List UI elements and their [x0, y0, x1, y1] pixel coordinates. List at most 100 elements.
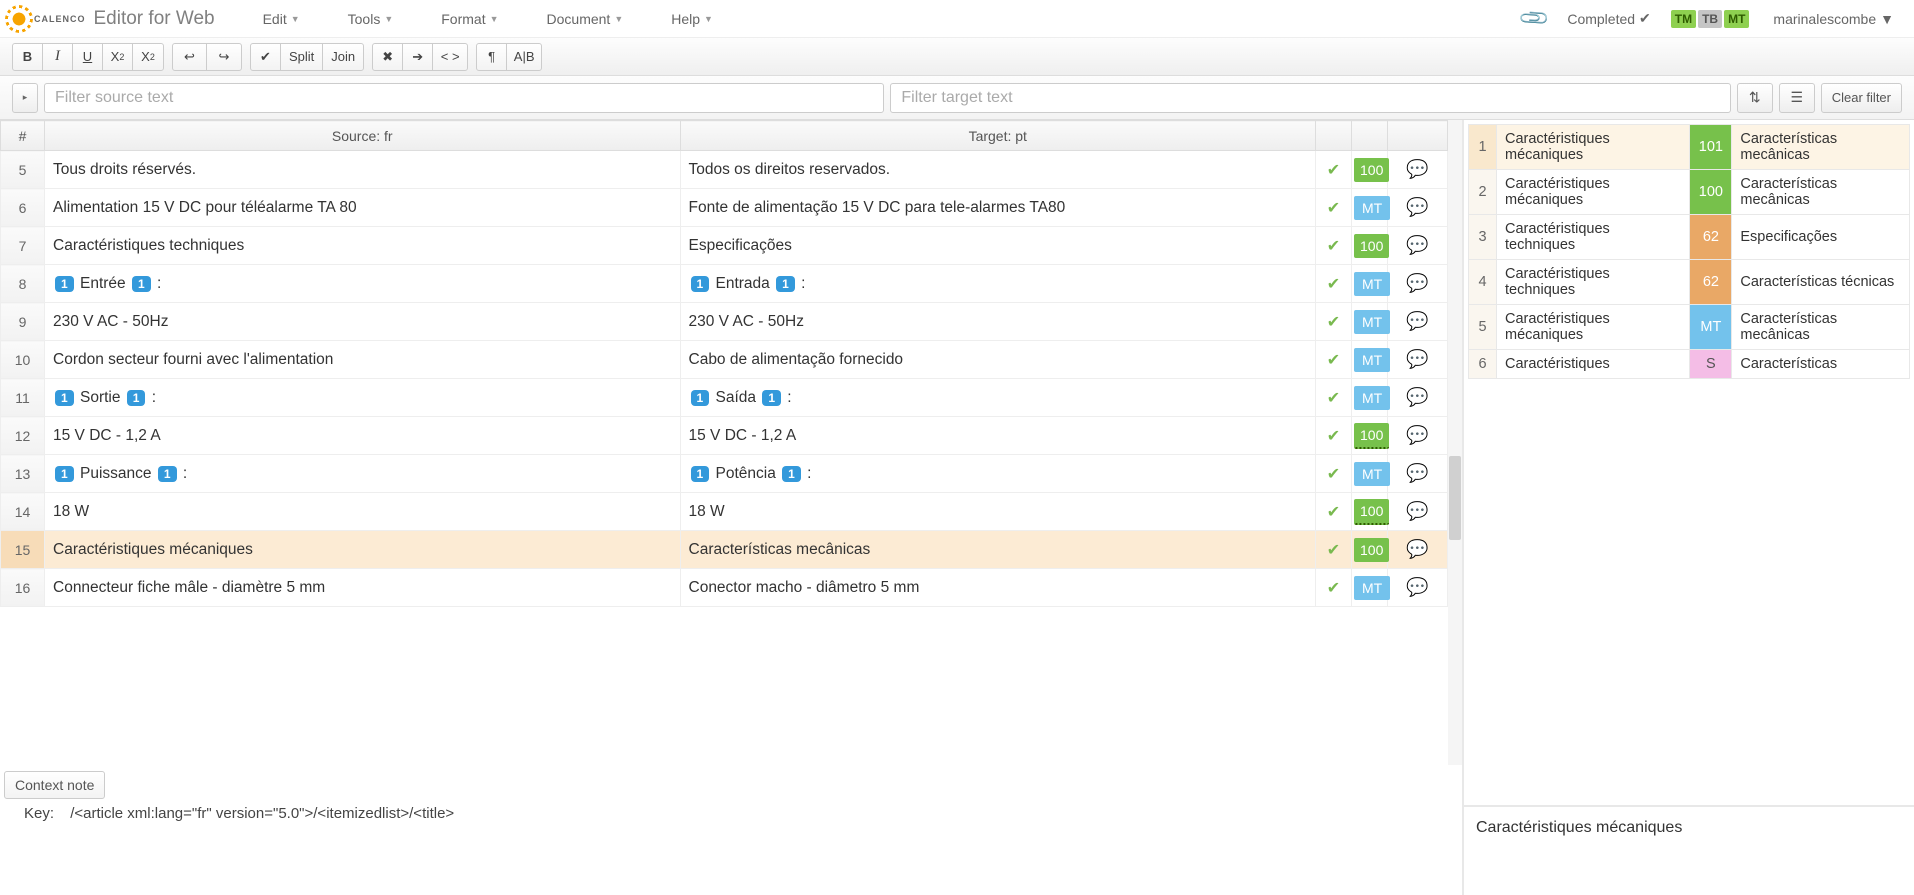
clear-filter-button[interactable]: Clear filter	[1821, 83, 1902, 113]
menu-edit[interactable]: Edit▼	[239, 11, 324, 27]
next-tag-button[interactable]: ➔	[403, 44, 433, 70]
comment-icon[interactable]: 💬	[1388, 455, 1448, 493]
user-menu[interactable]: marinalescombe▼	[1773, 11, 1894, 27]
source-cell[interactable]: Alimentation 15 V DC pour téléalarme TA …	[45, 189, 681, 227]
context-note-button[interactable]: Context note	[4, 771, 105, 799]
target-cell[interactable]: Conector macho - diâmetro 5 mm	[680, 569, 1316, 607]
tm-row[interactable]: 6CaractéristiquesSCaracterísticas	[1469, 350, 1910, 379]
source-cell[interactable]: 15 V DC - 1,2 A	[45, 417, 681, 455]
comment-icon[interactable]: 💬	[1388, 151, 1448, 189]
target-cell[interactable]: Cabo de alimentação fornecido	[680, 341, 1316, 379]
tm-row[interactable]: 1Caractéristiques mécaniques101Caracterí…	[1469, 125, 1910, 170]
status-cell[interactable]	[1316, 189, 1352, 227]
segment-row[interactable]: 1418 W18 W100💬	[1, 493, 1448, 531]
comment-icon[interactable]: 💬	[1388, 265, 1448, 303]
status-completed[interactable]: Completed	[1567, 10, 1650, 27]
comment-icon[interactable]: 💬	[1388, 227, 1448, 265]
tm-row[interactable]: 5Caractéristiques mécaniquesMTCaracterís…	[1469, 305, 1910, 350]
status-cell[interactable]	[1316, 417, 1352, 455]
segment-row[interactable]: 111 Sortie 1 :1 Saída 1 :MT💬	[1, 379, 1448, 417]
badge-mt[interactable]: MT	[1724, 10, 1749, 28]
italic-button[interactable]: I	[43, 44, 73, 70]
menu-tools[interactable]: Tools▼	[324, 11, 418, 27]
col-target[interactable]: Target: pt	[680, 121, 1316, 151]
menu-format[interactable]: Format▼	[417, 11, 522, 27]
comment-icon[interactable]: 💬	[1388, 379, 1448, 417]
split-button[interactable]: Split	[281, 44, 323, 70]
status-cell[interactable]	[1316, 531, 1352, 569]
target-cell[interactable]: Todos os direitos reservados.	[680, 151, 1316, 189]
segment-row[interactable]: 6Alimentation 15 V DC pour téléalarme TA…	[1, 189, 1448, 227]
col-source[interactable]: Source: fr	[45, 121, 681, 151]
attachment-icon[interactable]: 📎	[1517, 1, 1552, 36]
scrollbar[interactable]	[1448, 120, 1462, 765]
join-button[interactable]: Join	[323, 44, 363, 70]
filter-menu-button[interactable]: ▸	[12, 83, 38, 113]
source-cell[interactable]: Caractéristiques mécaniques	[45, 531, 681, 569]
target-cell[interactable]: 1 Saída 1 :	[680, 379, 1316, 417]
status-cell[interactable]	[1316, 265, 1352, 303]
badge-tm[interactable]: TM	[1671, 10, 1696, 28]
status-cell[interactable]	[1316, 569, 1352, 607]
scrollbar-thumb[interactable]	[1449, 456, 1461, 540]
segment-row[interactable]: 10Cordon secteur fourni avec l'alimentat…	[1, 341, 1448, 379]
insert-tag-button[interactable]: < >	[433, 44, 467, 70]
segment-row[interactable]: 5Tous droits réservés.Todos os direitos …	[1, 151, 1448, 189]
target-cell[interactable]: Especificações	[680, 227, 1316, 265]
status-cell[interactable]	[1316, 227, 1352, 265]
badge-tb[interactable]: TB	[1698, 10, 1722, 28]
source-cell[interactable]: 1 Entrée 1 :	[45, 265, 681, 303]
status-cell[interactable]	[1316, 493, 1352, 531]
source-cell[interactable]: Cordon secteur fourni avec l'alimentatio…	[45, 341, 681, 379]
target-cell[interactable]: Fonte de alimentação 15 V DC para tele-a…	[680, 189, 1316, 227]
case-button[interactable]: A|B	[507, 44, 541, 70]
swap-button[interactable]: ⇅	[1737, 83, 1773, 113]
comment-icon[interactable]: 💬	[1388, 189, 1448, 227]
status-cell[interactable]	[1316, 341, 1352, 379]
source-cell[interactable]: 18 W	[45, 493, 681, 531]
source-cell[interactable]: 230 V AC - 50Hz	[45, 303, 681, 341]
menu-help[interactable]: Help▼	[647, 11, 737, 27]
status-cell[interactable]	[1316, 303, 1352, 341]
segment-row[interactable]: 16Connecteur fiche mâle - diamètre 5 mmC…	[1, 569, 1448, 607]
filter-target-input[interactable]	[890, 83, 1730, 113]
segment-row[interactable]: 7Caractéristiques techniquesEspecificaçõ…	[1, 227, 1448, 265]
subscript-button[interactable]: X2	[103, 44, 133, 70]
target-cell[interactable]: 1 Potência 1 :	[680, 455, 1316, 493]
target-cell[interactable]: Características mecânicas	[680, 531, 1316, 569]
list-view-button[interactable]: ☰	[1779, 83, 1815, 113]
tm-row[interactable]: 4Caractéristiques techniques62Caracterís…	[1469, 260, 1910, 305]
target-cell[interactable]: 1 Entrada 1 :	[680, 265, 1316, 303]
source-cell[interactable]: Caractéristiques techniques	[45, 227, 681, 265]
target-cell[interactable]: 15 V DC - 1,2 A	[680, 417, 1316, 455]
tm-row[interactable]: 2Caractéristiques mécaniques100Caracterí…	[1469, 170, 1910, 215]
col-number[interactable]: #	[1, 121, 45, 151]
segment-row[interactable]: 15Caractéristiques mécaniquesCaracteríst…	[1, 531, 1448, 569]
status-cell[interactable]	[1316, 151, 1352, 189]
source-cell[interactable]: Tous droits réservés.	[45, 151, 681, 189]
segment-row[interactable]: 131 Puissance 1 :1 Potência 1 :MT💬	[1, 455, 1448, 493]
comment-icon[interactable]: 💬	[1388, 341, 1448, 379]
filter-source-input[interactable]	[44, 83, 884, 113]
comment-icon[interactable]: 💬	[1388, 569, 1448, 607]
target-cell[interactable]: 18 W	[680, 493, 1316, 531]
underline-button[interactable]: U	[73, 44, 103, 70]
segment-row[interactable]: 9230 V AC - 50Hz230 V AC - 50HzMT💬	[1, 303, 1448, 341]
undo-button[interactable]: ↩	[173, 44, 207, 70]
source-cell[interactable]: Connecteur fiche mâle - diamètre 5 mm	[45, 569, 681, 607]
menu-document[interactable]: Document▼	[523, 11, 648, 27]
comment-icon[interactable]: 💬	[1388, 417, 1448, 455]
source-cell[interactable]: 1 Puissance 1 :	[45, 455, 681, 493]
comment-icon[interactable]: 💬	[1388, 493, 1448, 531]
comment-icon[interactable]: 💬	[1388, 531, 1448, 569]
superscript-button[interactable]: X2	[133, 44, 163, 70]
comment-icon[interactable]: 💬	[1388, 303, 1448, 341]
status-cell[interactable]	[1316, 379, 1352, 417]
confirm-button[interactable]	[251, 44, 281, 70]
source-cell[interactable]: 1 Sortie 1 :	[45, 379, 681, 417]
status-cell[interactable]	[1316, 455, 1352, 493]
redo-button[interactable]: ↪	[207, 44, 241, 70]
remove-tags-button[interactable]: ✖	[373, 44, 403, 70]
bold-button[interactable]: B	[13, 44, 43, 70]
target-cell[interactable]: 230 V AC - 50Hz	[680, 303, 1316, 341]
